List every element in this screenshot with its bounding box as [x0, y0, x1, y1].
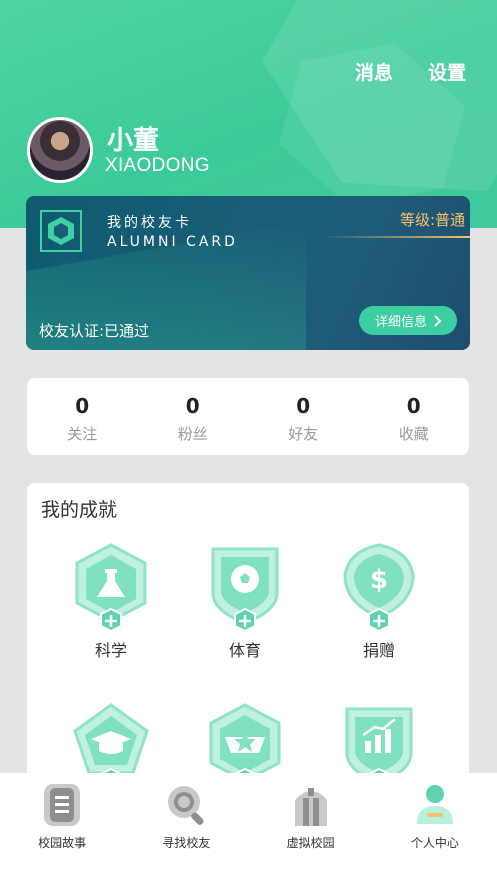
badge-label: 体育 — [228, 641, 261, 660]
tab-campus-stories[interactable]: 校园故事 — [0, 773, 124, 883]
stat-favorites[interactable]: 0 收藏 — [359, 378, 470, 455]
user-subtitle: XIAODONG — [105, 155, 210, 176]
card-gold-line — [320, 236, 470, 238]
stat-fans[interactable]: 0 粉丝 — [138, 378, 249, 455]
tab-label: 校园故事 — [38, 836, 87, 850]
messages-link[interactable]: 消息 — [355, 58, 393, 85]
card-subtitle: ALUMNI CARD — [107, 234, 238, 250]
stat-label: 好友 — [288, 425, 319, 443]
soccer-ball-icon — [211, 547, 279, 633]
detail-button-label: 详细信息 — [374, 315, 427, 330]
svg-text:$: $ — [370, 565, 388, 595]
building-icon — [294, 788, 327, 826]
achievements-title: 我的成就 — [41, 499, 118, 521]
flask-icon — [75, 543, 147, 633]
badge-science[interactable]: 科学 — [66, 541, 156, 661]
chevron-right-icon — [434, 314, 441, 327]
bottom-tab-bar: 校园故事 寻找校友 虚拟校园 个人中心 — [0, 773, 497, 883]
stat-value: 0 — [406, 394, 421, 418]
achievements-panel: 我的成就 科学 体育 $ 捐赠 — [27, 483, 469, 813]
detail-button[interactable]: 详细信息 — [359, 306, 457, 335]
dollar-icon: $ — [343, 543, 415, 633]
tab-label: 个人中心 — [410, 836, 459, 850]
tab-label: 虚拟校园 — [286, 836, 335, 850]
stats-panel: 0 关注 0 粉丝 0 好友 0 收藏 — [27, 378, 469, 455]
document-icon — [44, 784, 81, 826]
school-logo-icon — [40, 210, 82, 252]
card-level: 等级:普通 — [399, 211, 465, 229]
badge-label: 科学 — [94, 641, 127, 660]
tab-virtual-campus[interactable]: 虚拟校园 — [249, 773, 373, 883]
user-name: 小董 — [107, 126, 160, 156]
card-status: 校友认证:已通过 — [39, 322, 150, 340]
avatar[interactable] — [27, 117, 93, 183]
stat-value: 0 — [75, 394, 90, 418]
tab-label: 寻找校友 — [162, 836, 211, 850]
tab-profile[interactable]: 个人中心 — [373, 773, 497, 883]
search-icon — [168, 786, 204, 825]
person-icon — [416, 785, 453, 824]
stat-value: 0 — [185, 394, 200, 418]
settings-link[interactable]: 设置 — [428, 58, 466, 85]
stat-label: 关注 — [67, 425, 98, 443]
stat-follow[interactable]: 0 关注 — [27, 378, 138, 455]
stat-value: 0 — [296, 394, 311, 418]
badge-sports[interactable]: 体育 — [200, 541, 290, 661]
stat-label: 粉丝 — [177, 425, 208, 443]
stat-label: 收藏 — [398, 425, 429, 443]
badge-label: 捐赠 — [362, 641, 395, 660]
stat-friends[interactable]: 0 好友 — [248, 378, 359, 455]
badge-donation[interactable]: $ 捐赠 — [334, 541, 424, 661]
profile-header — [0, 0, 497, 228]
tab-find-alumni[interactable]: 寻找校友 — [124, 773, 248, 883]
card-title: 我的校友卡 — [107, 215, 192, 231]
